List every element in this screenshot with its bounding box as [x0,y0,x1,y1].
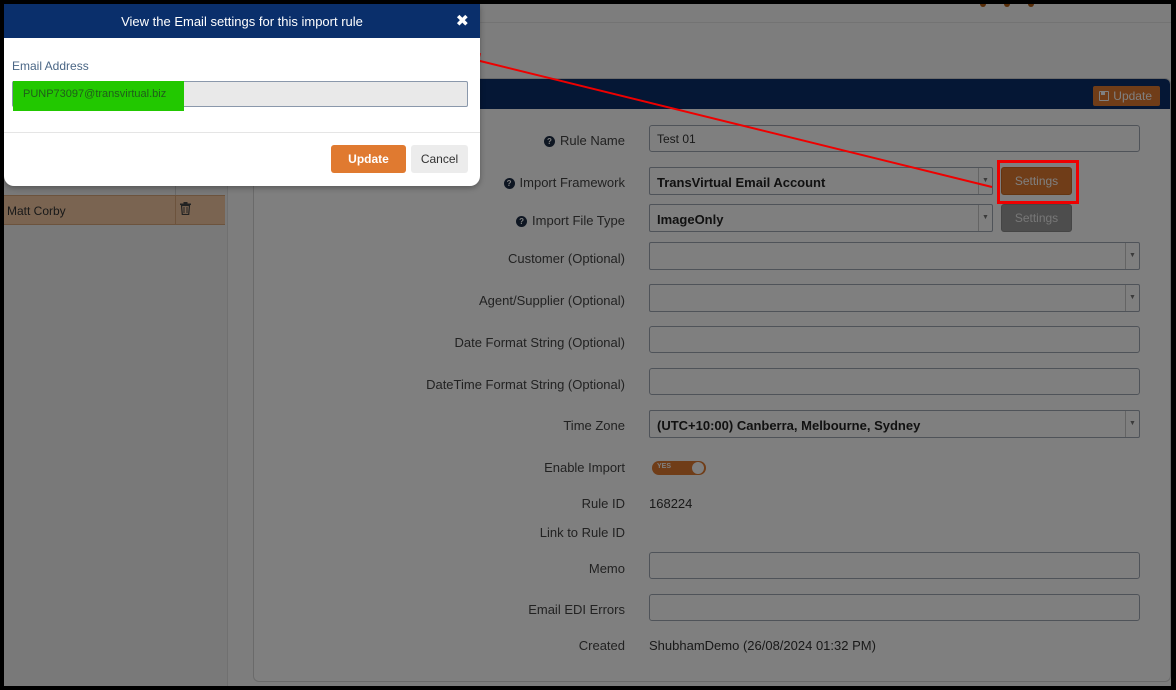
dialog-cancel-button[interactable]: Cancel [411,145,468,173]
email-settings-dialog: View the Email settings for this import … [4,4,480,186]
dialog-title: View the Email settings for this import … [121,14,363,29]
dialog-footer-divider [4,132,480,133]
close-icon[interactable]: ✖ [456,11,469,31]
dialog-header: View the Email settings for this import … [4,4,480,38]
email-address-value: PUNP73097@transvirtual.biz [23,88,167,100]
email-address-field[interactable]: PUNP73097@transvirtual.biz [12,81,468,111]
dialog-update-button[interactable]: Update [331,145,406,173]
screen-frame: Matt Corby Update ?Rule Name Test 01 ?Im… [4,4,1171,686]
email-address-label: Email Address [12,59,89,73]
